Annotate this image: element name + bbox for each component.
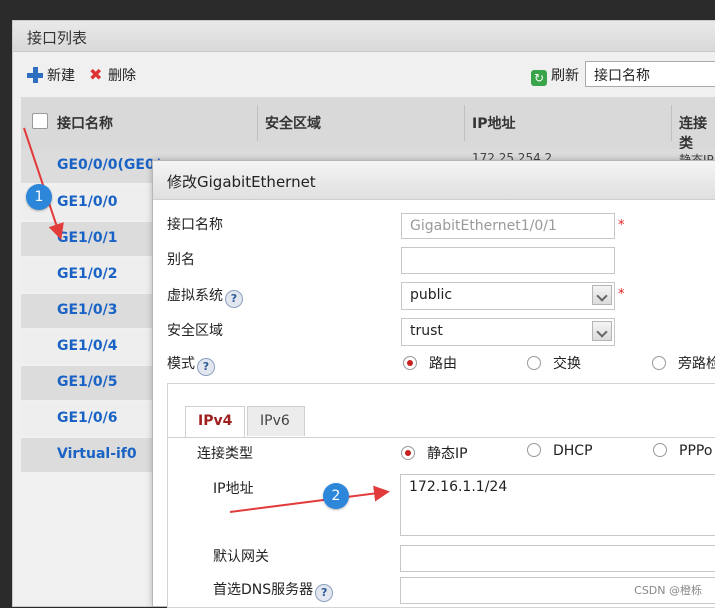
annotation-arrow-2 (229, 485, 390, 513)
annotation-badge-2: 2 (323, 483, 349, 509)
annotation-arrow-1 (23, 127, 64, 240)
annotation-badge-1: 1 (26, 184, 52, 210)
annotation-overlay (23, 127, 390, 513)
